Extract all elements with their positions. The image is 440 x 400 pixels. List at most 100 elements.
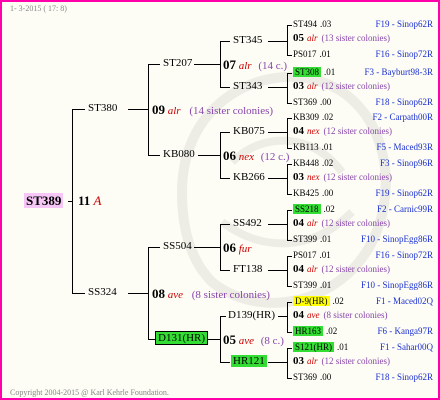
gen4-name[interactable]: ST494 <box>293 19 317 29</box>
root-name[interactable]: ST389 <box>24 193 64 208</box>
gen4-year: .01 <box>321 142 333 152</box>
gen4-name[interactable]: S121(HR) <box>293 342 335 352</box>
gen4-origin: F16 - Sinop72R <box>375 49 433 59</box>
gen2-info: 07 alr (14 c.) <box>223 57 288 72</box>
gen4-name[interactable]: ST399 <box>293 234 317 244</box>
gen4-year: .02 <box>322 158 334 168</box>
gen4-breed: nex <box>307 126 320 136</box>
gen4-note: (13 sister colonies) <box>321 33 390 43</box>
gen2-info: 05 ave (8 c.) <box>223 332 284 347</box>
gen4-year: 05 <box>293 32 304 44</box>
gen4-origin: F1 - Sahar00Q <box>380 342 433 352</box>
gen4-name[interactable]: KB425 <box>293 188 319 198</box>
gen4-summary-row: 04 nex (12 sister colonies) <box>293 126 392 137</box>
gen4-year: .01 <box>319 49 331 59</box>
gen4-note: (12 sister colonies) <box>321 218 390 228</box>
gen4-year: .03 <box>320 19 332 29</box>
gen4-year: .02 <box>332 296 344 306</box>
gen4-breed: alr <box>307 218 318 228</box>
gen4-breed: alr <box>307 81 318 91</box>
gen2-name[interactable]: KB080 <box>163 148 195 161</box>
gen4-name[interactable]: ST308 <box>293 67 322 77</box>
gen2-info: 06 fur <box>223 240 252 255</box>
gen4-name[interactable]: HR163 <box>293 326 324 336</box>
gen3-name[interactable]: ST343 <box>233 80 262 93</box>
gen4-origin: F10 - SinopEgg86R <box>360 280 433 290</box>
gen1-name[interactable]: SS324 <box>88 286 117 299</box>
gen4-breed: nex <box>307 172 320 182</box>
gen4-name[interactable]: PS017 <box>293 49 317 59</box>
gen4-year: 04 <box>293 263 304 275</box>
root-year: 11 <box>78 193 91 208</box>
gen4-origin: F3 - Bayburt98-3R <box>364 67 434 77</box>
gen4-summary-row: 03 nex (12 sister colonies) <box>293 172 392 183</box>
gen4-note: (12 sister colonies) <box>321 81 390 91</box>
gen3-name[interactable]: HR121 <box>231 355 267 368</box>
header-date: 1- 3-2015 ( 17: 8) <box>10 4 67 13</box>
gen4-origin: F18 - Sinop62R <box>375 97 433 107</box>
gen4-note: (12 sister colonies) <box>321 264 390 274</box>
root-queen[interactable]: ST389 <box>24 193 64 208</box>
gen2-info: 06 nex (12 c.) <box>223 148 290 163</box>
gen4-origin: F18 - Sinop62R <box>375 372 433 382</box>
gen1-info: 09 alr (14 sister colonies) <box>152 102 274 117</box>
gen3-name[interactable]: D139(HR) <box>228 309 275 322</box>
root-info: 11 A <box>78 193 102 208</box>
gen4-name[interactable]: KB448 <box>293 158 319 168</box>
gen2-name[interactable]: D131(HR) <box>155 331 209 345</box>
gen4-year: .00 <box>322 188 334 198</box>
gen4-summary-row: 04 ave (8 sister colonies) <box>293 310 387 321</box>
gen4-name[interactable]: KB309 <box>293 112 319 122</box>
gen4-year: .01 <box>319 250 331 260</box>
gen4-year: .00 <box>320 372 332 382</box>
gen4-year: .02 <box>322 112 334 122</box>
gen3-name[interactable]: ST345 <box>233 34 262 47</box>
gen4-name[interactable]: ST369 <box>293 97 317 107</box>
gen4-year: .01 <box>337 342 349 352</box>
gen4-name[interactable]: ST369 <box>293 372 317 382</box>
gen4-year: 03 <box>293 171 304 183</box>
gen4-year: 03 <box>293 355 304 367</box>
gen4-breed: alr <box>307 356 318 366</box>
gen4-year: .01 <box>320 234 332 244</box>
pedigree-frame: 1- 3-2015 ( 17: 8) ST389 11 A ST380 09 a… <box>0 0 440 400</box>
gen4-name[interactable]: SS218 <box>293 204 321 214</box>
gen3-name[interactable]: KB266 <box>233 171 265 184</box>
gen4-year: .02 <box>323 204 335 214</box>
gen4-origin: F1 - Maced02Q <box>376 296 433 306</box>
gen4-name[interactable]: D-9(HR) <box>293 296 330 306</box>
gen4-year: .02 <box>326 326 338 336</box>
gen3-name[interactable]: SS492 <box>233 217 262 230</box>
footer-copyright: Copyright 2004-2015 @ Karl Kehrle Founda… <box>10 388 169 397</box>
gen4-name[interactable]: PS017 <box>293 250 317 260</box>
gen4-origin: F2 - Carpath00R <box>372 112 434 122</box>
gen4-origin: F19 - Sinop62R <box>375 188 433 198</box>
gen4-year: .01 <box>320 280 332 290</box>
root-breed: A <box>93 193 102 208</box>
gen1-name[interactable]: ST380 <box>88 102 117 115</box>
gen4-origin: F16 - Sinop72R <box>375 250 433 260</box>
gen4-year: 04 <box>293 217 304 229</box>
gen3-name[interactable]: FT138 <box>233 263 262 276</box>
gen4-name[interactable]: KB113 <box>293 142 319 152</box>
gen4-year: .00 <box>320 97 332 107</box>
gen4-origin: F2 - Carnic99R <box>377 204 433 214</box>
gen4-year: 04 <box>293 309 304 321</box>
gen4-origin: F3 - Sinop96R <box>379 158 433 168</box>
gen4-name[interactable]: ST399 <box>293 280 317 290</box>
gen2-name[interactable]: ST207 <box>163 57 192 70</box>
gen4-breed: alr <box>307 264 318 274</box>
gen4-summary-row: 03 alr (12 sister colonies) <box>293 81 390 92</box>
gen1-info: 08 ave (8 sister colonies) <box>152 286 270 301</box>
gen3-name[interactable]: KB075 <box>233 125 265 138</box>
gen4-breed: ave <box>307 310 320 320</box>
gen4-origin: F6 - Kanga97R <box>377 326 434 336</box>
gen4-origin: F19 - Sinop62R <box>375 19 433 29</box>
gen4-note: (8 sister colonies) <box>323 310 388 320</box>
gen4-summary-row: 05 alr (13 sister colonies) <box>293 33 390 44</box>
gen4-summary-row: 04 alr (12 sister colonies) <box>293 218 390 229</box>
gen4-breed: alr <box>307 33 318 43</box>
gen4-summary-row: 03 alr (12 sister colonies) <box>293 356 390 367</box>
gen2-name[interactable]: SS504 <box>163 240 192 253</box>
gen4-year: .01 <box>324 67 336 77</box>
